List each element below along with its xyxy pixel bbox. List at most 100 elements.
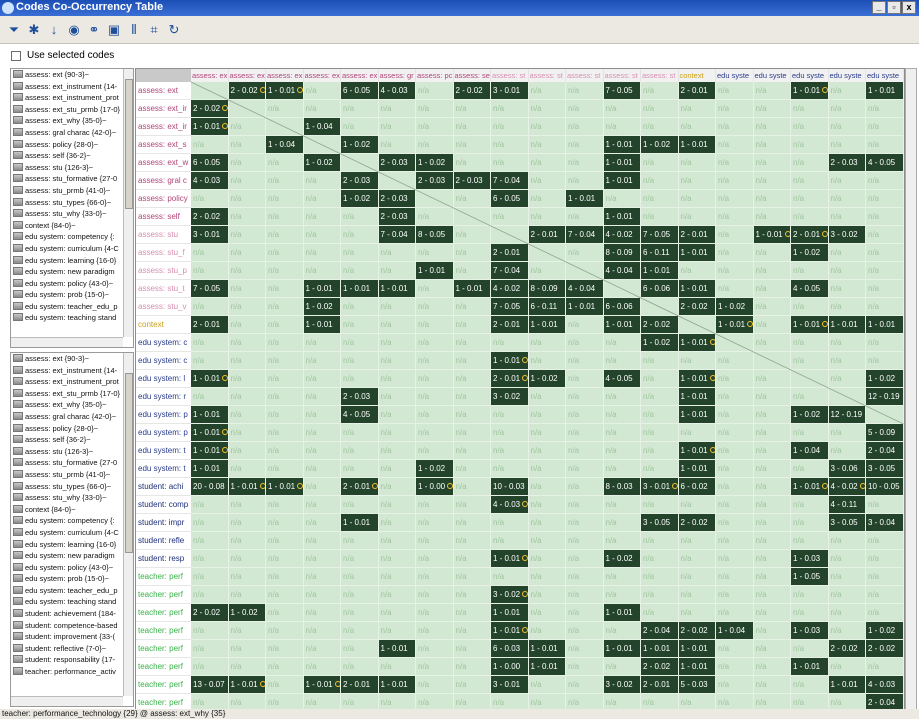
table-cell[interactable]: n/a — [378, 262, 416, 280]
table-cell[interactable]: n/a — [303, 424, 341, 442]
table-cell[interactable]: n/a — [716, 424, 754, 442]
table-cell[interactable]: n/a — [378, 496, 416, 514]
table-cell[interactable]: n/a — [603, 622, 641, 640]
maximize-button[interactable]: ▫ — [887, 1, 901, 14]
code-list-item[interactable]: context {84-0}~ — [11, 504, 133, 516]
table-cell[interactable]: 3 - 0.06 — [828, 460, 866, 478]
table-cell[interactable]: 7 - 0.04 — [378, 226, 416, 244]
row-header[interactable]: edu system: r — [136, 388, 191, 406]
table-cell[interactable]: n/a — [341, 622, 379, 640]
table-cell[interactable]: 1 - 0.01 — [191, 370, 229, 388]
table-cell[interactable]: 7 - 0.04 — [491, 262, 529, 280]
code-list-item[interactable]: edu system: teacher_edu_p — [11, 301, 133, 313]
table-cell[interactable]: 5 - 0.03 — [678, 676, 716, 694]
table-cell[interactable]: n/a — [828, 424, 866, 442]
table-cell[interactable]: 1 - 0.01 — [341, 514, 379, 532]
table-cell[interactable]: 1 - 0.01 — [866, 316, 904, 334]
table-cell[interactable]: n/a — [753, 406, 791, 424]
row-header[interactable]: assess: ext — [136, 82, 191, 100]
table-cell[interactable]: n/a — [341, 442, 379, 460]
table-cell[interactable]: n/a — [566, 622, 604, 640]
row-header[interactable]: teacher: perf — [136, 586, 191, 604]
table-cell[interactable] — [791, 370, 829, 388]
table-cell[interactable]: 6 - 0.11 — [528, 298, 566, 316]
table-cell[interactable]: n/a — [828, 604, 866, 622]
table-cell[interactable]: n/a — [641, 100, 679, 118]
table-cell[interactable]: n/a — [566, 370, 604, 388]
table-cell[interactable]: n/a — [566, 82, 604, 100]
table-cell[interactable]: n/a — [716, 244, 754, 262]
table-cell[interactable]: n/a — [453, 640, 491, 658]
table-cell[interactable]: n/a — [866, 298, 904, 316]
table-cell[interactable]: n/a — [566, 136, 604, 154]
table-cell[interactable]: n/a — [791, 172, 829, 190]
code-list-item[interactable]: assess: ext_instrument {14- — [11, 81, 133, 93]
column-header[interactable]: edu syste — [866, 69, 904, 82]
table-cell[interactable]: n/a — [416, 586, 454, 604]
table-cell[interactable]: n/a — [453, 532, 491, 550]
table-cell[interactable]: 2 - 0.03 — [378, 208, 416, 226]
table-cell[interactable]: 2 - 0.02 — [191, 208, 229, 226]
table-cell[interactable]: n/a — [528, 136, 566, 154]
table-cell[interactable]: n/a — [866, 190, 904, 208]
table-cell[interactable]: n/a — [341, 496, 379, 514]
table-cell[interactable] — [641, 298, 679, 316]
table-cell[interactable]: n/a — [303, 100, 341, 118]
table-cell[interactable]: n/a — [641, 532, 679, 550]
table-cell[interactable]: n/a — [228, 496, 266, 514]
table-cell[interactable]: n/a — [228, 424, 266, 442]
table-cell[interactable]: n/a — [228, 208, 266, 226]
code-list-item[interactable]: edu system: policy {43-0}~ — [11, 562, 133, 574]
table-cell[interactable] — [416, 190, 454, 208]
table-cell[interactable]: n/a — [791, 352, 829, 370]
table-cell[interactable]: n/a — [641, 442, 679, 460]
table-cell[interactable]: n/a — [753, 388, 791, 406]
table-cell[interactable]: 6 - 0.05 — [491, 190, 529, 208]
table-cell[interactable]: n/a — [416, 658, 454, 676]
table-cell[interactable]: n/a — [191, 658, 229, 676]
table-cell[interactable]: n/a — [191, 550, 229, 568]
table-cell[interactable]: n/a — [453, 478, 491, 496]
table-cell[interactable]: n/a — [303, 604, 341, 622]
table-cell[interactable]: n/a — [303, 82, 341, 100]
cooccurrence-table[interactable]: assess: ex assess: ex assess: ex assess: ex… — [135, 68, 905, 713]
code-list-item[interactable]: assess: ext_why {35-0}~ — [11, 115, 133, 127]
table-cell[interactable] — [491, 226, 529, 244]
table-cell[interactable]: n/a — [828, 622, 866, 640]
table-cell[interactable]: n/a — [528, 424, 566, 442]
table-cell[interactable]: 1 - 0.01 — [528, 316, 566, 334]
row-header[interactable]: assess: ext_w — [136, 154, 191, 172]
table-cell[interactable]: n/a — [378, 586, 416, 604]
table-cell[interactable]: 1 - 0.01 — [678, 334, 716, 352]
table-cell[interactable]: n/a — [303, 226, 341, 244]
table-cell[interactable]: n/a — [416, 136, 454, 154]
table-cell[interactable]: n/a — [603, 406, 641, 424]
table-vertical-scrollbar[interactable] — [905, 68, 917, 713]
table-cell[interactable]: n/a — [378, 352, 416, 370]
table-cell[interactable]: n/a — [228, 172, 266, 190]
table-cell[interactable]: n/a — [191, 136, 229, 154]
table-cell[interactable] — [266, 118, 304, 136]
table-cell[interactable]: n/a — [753, 568, 791, 586]
table-cell[interactable]: n/a — [678, 262, 716, 280]
table-cell[interactable]: n/a — [266, 532, 304, 550]
row-header[interactable]: assess: stu_f — [136, 244, 191, 262]
table-cell[interactable]: n/a — [266, 352, 304, 370]
table-cell[interactable]: n/a — [528, 82, 566, 100]
table-cell[interactable]: n/a — [453, 388, 491, 406]
table-cell[interactable]: n/a — [828, 244, 866, 262]
table-cell[interactable]: n/a — [453, 370, 491, 388]
row-header[interactable]: student: refle — [136, 532, 191, 550]
table-cell[interactable]: 2 - 0.02 — [641, 658, 679, 676]
table-cell[interactable]: n/a — [341, 532, 379, 550]
code-list-item[interactable]: assess: stu_formative {27-0 — [11, 457, 133, 469]
table-cell[interactable]: n/a — [641, 550, 679, 568]
table-cell[interactable]: 2 - 0.01 — [641, 676, 679, 694]
code-list-item[interactable]: assess: stu_prmb {41-0}~ — [11, 185, 133, 197]
table-cell[interactable]: 1 - 0.01 — [678, 640, 716, 658]
table-cell[interactable]: 1 - 0.01 — [528, 640, 566, 658]
row-header[interactable]: assess: gral c — [136, 172, 191, 190]
table-cell[interactable]: n/a — [753, 550, 791, 568]
table-cell[interactable]: 1 - 0.04 — [303, 118, 341, 136]
table-cell[interactable]: n/a — [753, 514, 791, 532]
